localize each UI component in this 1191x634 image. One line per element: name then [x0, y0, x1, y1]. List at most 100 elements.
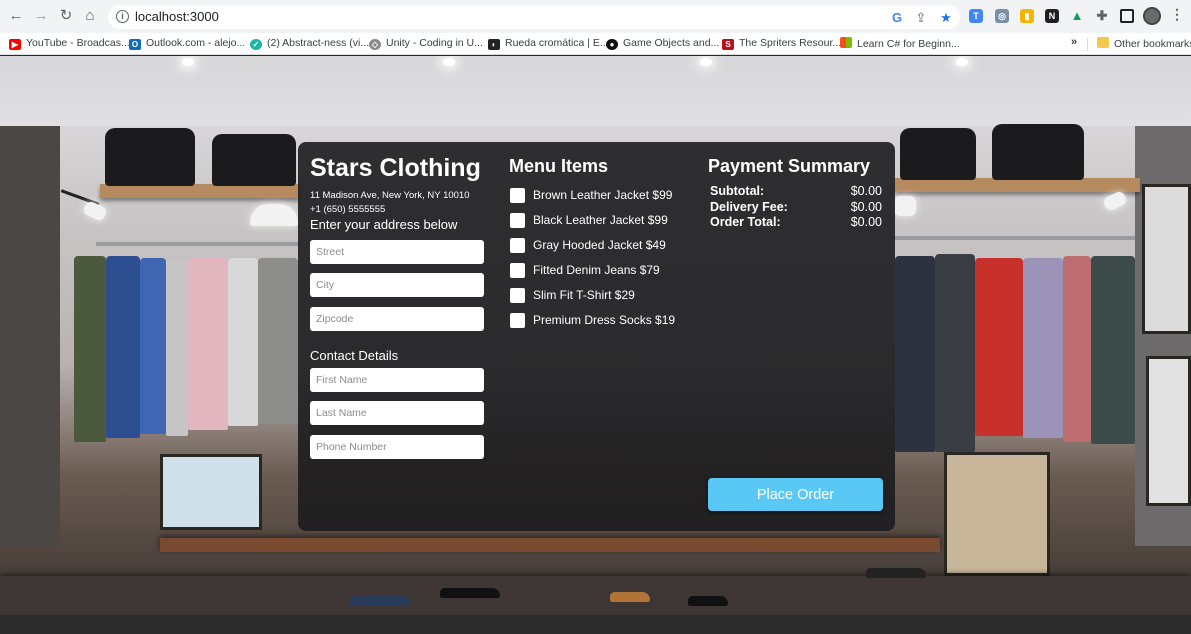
wall-poster [160, 454, 262, 530]
street-input[interactable] [310, 240, 484, 264]
keep-extension-icon[interactable]: ▮ [1020, 9, 1034, 23]
menu-item-label: Premium Dress Socks $19 [533, 313, 676, 327]
wall-lamp [82, 200, 108, 222]
back-arrow-icon[interactable]: ← [6, 6, 26, 26]
bookmark-learn-csharp[interactable]: Learn C# for Beginn... [840, 37, 960, 51]
extension-icon[interactable]: ◎ [995, 9, 1009, 23]
clothing-rail [895, 236, 1135, 240]
other-bookmarks-folder[interactable]: Other bookmarks [1097, 37, 1191, 51]
browser-toolbar: ← → ↻ ⌂ i localhost:3000 G ⇪ ★ T ◎ ▮ N ▲… [0, 0, 1191, 33]
color-wheel-icon: ◐ [488, 39, 500, 50]
puzzle-extensions-icon[interactable]: ✚ [1095, 9, 1109, 23]
menu-item-checkbox[interactable] [510, 263, 525, 278]
profile-avatar[interactable] [1143, 7, 1161, 25]
bookmark-abstract-ness[interactable]: ✓ (2) Abstract-ness (vi... [250, 37, 369, 51]
bookmark-rueda-cromatica[interactable]: ◐ Rueda cromática | E... [488, 37, 609, 51]
order-total-row: Order Total: $0.00 [710, 215, 882, 231]
menu-item-checkbox[interactable] [510, 313, 525, 328]
bag [105, 128, 195, 186]
forward-arrow-icon[interactable]: → [31, 6, 51, 26]
bag [900, 128, 976, 180]
menu-item-checkbox[interactable] [510, 238, 525, 253]
reload-icon[interactable]: ↻ [56, 6, 76, 26]
menu-item-label: Fitted Denim Jeans $79 [533, 263, 660, 277]
wall-sign [1142, 184, 1191, 334]
menu-item-checkbox[interactable] [510, 188, 525, 203]
store-name: Stars Clothing [310, 154, 481, 182]
garment [166, 258, 188, 436]
garment [258, 258, 298, 424]
share-icon[interactable]: ⇪ [913, 10, 929, 26]
home-icon[interactable]: ⌂ [80, 6, 100, 26]
menu-item-checkbox[interactable] [510, 213, 525, 228]
menu-item-label: Slim Fit T-Shirt $29 [533, 288, 635, 302]
clothing-rail [96, 242, 298, 246]
garment [1023, 258, 1063, 438]
subtotal-row: Subtotal: $0.00 [710, 184, 882, 200]
garment [228, 258, 258, 426]
folder-icon [1097, 37, 1109, 48]
payment-summary-heading: Payment Summary [708, 156, 871, 176]
wall-poster [944, 452, 1050, 576]
address-bar[interactable]: i localhost:3000 G ⇪ ★ [108, 5, 960, 29]
shoe [610, 592, 650, 602]
shoe [688, 596, 728, 606]
ceiling-light [182, 58, 194, 66]
shoe [866, 568, 926, 578]
city-input[interactable] [310, 273, 484, 297]
bookmark-spriters-resource[interactable]: S The Spriters Resour... [722, 37, 841, 51]
os-taskbar [0, 615, 1191, 634]
bookmark-outlook[interactable]: O Outlook.com - alejo... [129, 37, 245, 51]
ceiling-light [700, 58, 712, 66]
pendant-lamp [894, 196, 916, 216]
bag [992, 124, 1084, 180]
bookmarks-bar: ▶ YouTube - Broadcas... O Outlook.com - al… [0, 33, 1191, 55]
store-address: 11 Madison Ave, New York, NY 10010 [310, 190, 470, 201]
microsoft-icon [840, 37, 852, 48]
garment [895, 256, 935, 452]
delivery-fee-value: $0.00 [850, 200, 882, 214]
order-total-label: Order Total: [710, 215, 781, 229]
site-info-icon[interactable]: i [116, 10, 129, 23]
floor [0, 576, 1191, 615]
order-form-panel: Stars Clothing 11 Madison Ave, New York,… [298, 142, 895, 531]
browser-menu-icon[interactable]: ⋮ [1170, 6, 1184, 23]
first-name-input[interactable] [310, 368, 484, 392]
last-name-input[interactable] [310, 401, 484, 425]
store-phone: +1 (650) 5555555 [310, 204, 386, 215]
shoe [440, 588, 500, 598]
menu-item-label: Brown Leather Jacket $99 [533, 188, 673, 202]
bookmark-game-objects[interactable]: ● Game Objects and... [606, 37, 719, 51]
bag [212, 134, 296, 186]
more-bookmarks-chevron[interactable]: » [1071, 36, 1077, 48]
subtotal-label: Subtotal: [710, 184, 765, 198]
garment [1091, 256, 1135, 444]
zipcode-input[interactable] [310, 307, 484, 331]
ceiling-light [956, 58, 968, 66]
google-lens-icon[interactable]: G [889, 10, 905, 26]
bookmarks-divider [1087, 38, 1088, 51]
unity-icon: ◇ [369, 39, 381, 50]
url-text[interactable]: localhost:3000 [135, 9, 219, 24]
outlook-icon: O [129, 39, 141, 50]
subtotal-value: $0.00 [850, 184, 882, 198]
drive-extension-icon[interactable]: ▲ [1070, 9, 1084, 23]
garment [188, 258, 228, 430]
side-panel-icon[interactable] [1120, 9, 1134, 23]
bookmark-unity[interactable]: ◇ Unity - Coding in U... [369, 37, 483, 51]
translate-extension-icon[interactable]: T [969, 9, 983, 23]
ceiling [0, 56, 1191, 126]
garment [140, 258, 166, 434]
phone-number-input[interactable] [310, 435, 484, 459]
pendant-lamp [250, 204, 298, 226]
youtube-icon: ▶ [9, 39, 21, 50]
shoe [350, 596, 410, 606]
place-order-button[interactable]: Place Order [708, 478, 883, 511]
ceiling-light [443, 58, 455, 66]
notion-extension-icon[interactable]: N [1045, 9, 1059, 23]
bookmark-star-icon[interactable]: ★ [938, 10, 954, 26]
bookmark-youtube[interactable]: ▶ YouTube - Broadcas... [9, 37, 130, 51]
paw-icon: ● [606, 39, 618, 50]
menu-item-checkbox[interactable] [510, 288, 525, 303]
contact-details-heading: Contact Details [310, 348, 399, 363]
